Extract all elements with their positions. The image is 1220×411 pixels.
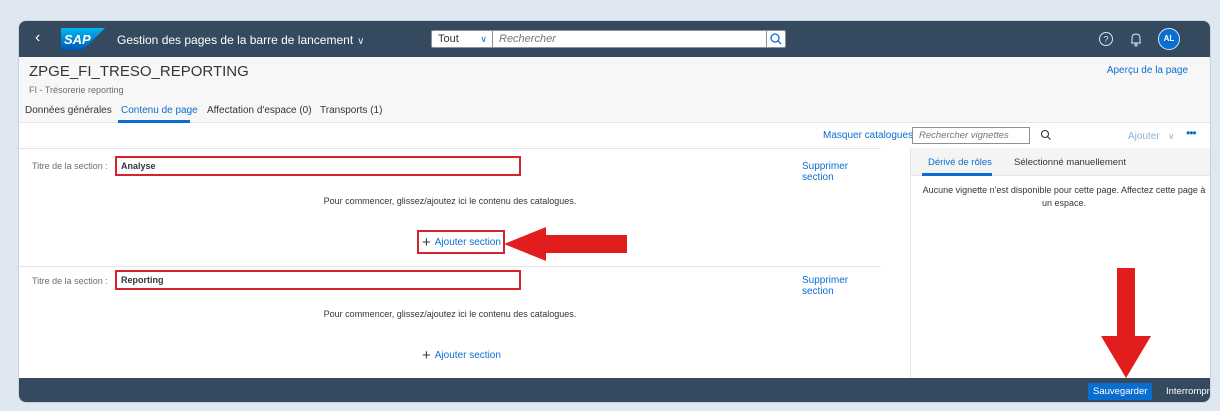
cancel-button[interactable]: Interrompre	[1166, 383, 1210, 400]
tab-general-data[interactable]: Données générales	[25, 105, 112, 116]
section-title-label: Titre de la section :	[32, 161, 108, 171]
catalog-pane: Dérivé de rôles Sélectionné manuellement…	[910, 148, 1210, 378]
add-tile-button[interactable]: Ajouter	[1128, 131, 1160, 142]
search-input[interactable]	[492, 30, 767, 48]
active-tab-indicator	[118, 120, 190, 123]
app-title[interactable]: Gestion des pages de la barre de lanceme…	[117, 33, 364, 47]
tab-space-assignment[interactable]: Affectation d'espace (0)	[207, 105, 312, 116]
section-title-input[interactable]: Reporting	[115, 270, 521, 290]
more-options-icon[interactable]: •••	[1186, 126, 1197, 140]
annotation-arrow-down	[1101, 268, 1151, 378]
sap-logo-text: SAP	[64, 32, 91, 47]
tab-page-content[interactable]: Contenu de page	[121, 105, 198, 116]
tab-manually-selected[interactable]: Sélectionné manuellement	[1014, 157, 1126, 168]
help-icon[interactable]: ?	[1097, 30, 1115, 48]
drop-hint: Pour commencer, glissez/ajoutez ici le c…	[323, 196, 577, 206]
page-subtitle: FI - Trésorerie reporting	[29, 85, 124, 95]
section-title-label: Titre de la section :	[32, 276, 108, 286]
active-tab-indicator	[922, 173, 992, 176]
avatar[interactable]: AL	[1158, 28, 1180, 50]
chevron-down-icon[interactable]: ∨	[1168, 131, 1175, 142]
search-icon	[770, 33, 782, 45]
tile-search-input[interactable]	[912, 127, 1030, 144]
tab-derived-from-roles[interactable]: Dérivé de rôles	[928, 157, 992, 168]
save-button[interactable]: Sauvegarder	[1088, 383, 1153, 400]
app-window: ‹ SAP Gestion des pages de la barre de l…	[18, 20, 1211, 403]
footer-bar: Sauvegarder Interrompre	[19, 378, 1210, 402]
sap-logo: SAP	[61, 28, 105, 50]
section-title-input[interactable]: Analyse	[115, 156, 521, 176]
tab-transports[interactable]: Transports (1)	[320, 105, 382, 116]
back-icon[interactable]: ‹	[35, 29, 40, 47]
svg-text:?: ?	[1103, 35, 1108, 45]
shell-bar: ‹ SAP Gestion des pages de la barre de l…	[19, 21, 1210, 57]
search-icon[interactable]	[1040, 129, 1052, 141]
annotation-arrow-left	[504, 227, 627, 261]
app-title-text: Gestion des pages de la barre de lanceme…	[117, 33, 354, 47]
add-section-highlight	[417, 230, 505, 254]
section-reporting: Titre de la section : Reporting Supprime…	[19, 266, 881, 378]
delete-section-button[interactable]: Supprimer section	[802, 275, 881, 297]
add-section-button[interactable]: + Ajouter section	[422, 347, 501, 364]
plus-icon: +	[422, 347, 431, 364]
search-button[interactable]	[766, 30, 786, 48]
chevron-down-icon: ∨	[480, 34, 487, 44]
catalog-tab-bar: Dérivé de rôles Sélectionné manuellement	[911, 148, 1210, 176]
empty-catalog-message: Aucune vignette n'est disponible pour ce…	[922, 185, 1206, 208]
bell-icon[interactable]	[1127, 30, 1145, 48]
search-scope-select[interactable]: Tout ∨	[431, 30, 493, 48]
chevron-down-icon: ∨	[357, 36, 365, 47]
page-preview-link[interactable]: Aperçu de la page	[1107, 65, 1188, 76]
drop-hint: Pour commencer, glissez/ajoutez ici le c…	[323, 309, 577, 319]
page-header: ZPGE_FI_TRESO_REPORTING FI - Trésorerie …	[19, 57, 1210, 123]
search-scope-value: Tout	[438, 33, 459, 45]
page-title: ZPGE_FI_TRESO_REPORTING	[29, 63, 249, 80]
delete-section-button[interactable]: Supprimer section	[802, 161, 881, 183]
hide-catalogs-button[interactable]: Masquer catalogues	[823, 130, 913, 141]
add-section-label: Ajouter section	[434, 350, 501, 361]
